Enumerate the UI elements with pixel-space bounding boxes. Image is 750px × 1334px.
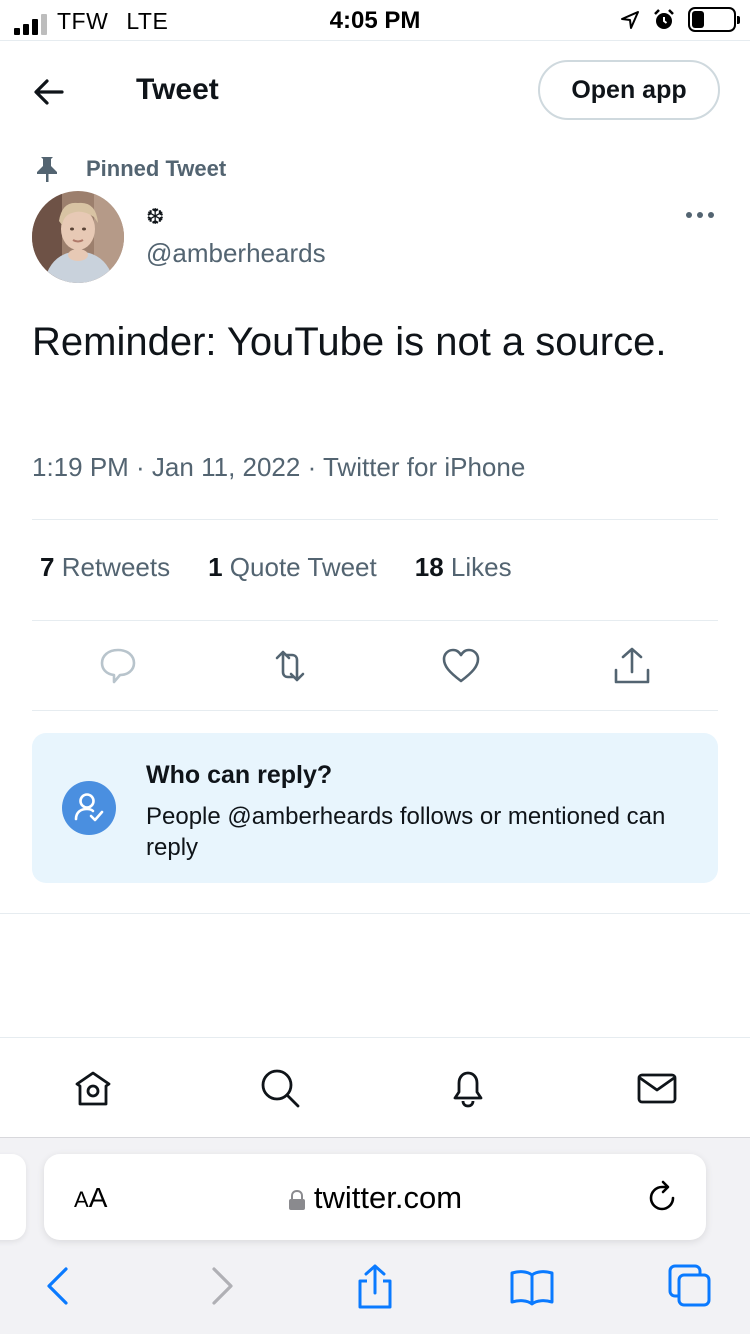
divider [0, 913, 750, 914]
battery-icon [688, 7, 740, 32]
search-icon[interactable] [258, 1066, 302, 1110]
display-name[interactable]: ❆ [146, 204, 164, 230]
open-app-button[interactable]: Open app [538, 60, 720, 120]
top-header: Tweet Open app [0, 40, 750, 140]
back-arrow-icon[interactable] [28, 71, 70, 113]
divider [32, 620, 718, 621]
retweets-stat[interactable]: 7 Retweets [40, 552, 170, 583]
page-title: Tweet [136, 73, 219, 106]
more-options-icon[interactable] [686, 208, 718, 222]
browser-forward-icon[interactable] [198, 1263, 244, 1309]
tweet-actions [32, 622, 718, 710]
pin-icon [37, 157, 57, 182]
divider [32, 710, 718, 711]
share-icon[interactable] [610, 644, 654, 688]
user-handle[interactable]: @amberheards [146, 238, 326, 269]
home-icon[interactable] [71, 1066, 115, 1110]
tweet-timestamp: 1:19 PM · Jan 11, 2022 · Twitter for iPh… [32, 452, 526, 482]
pinned-label: Pinned Tweet [86, 156, 227, 181]
quote-tweet-stat[interactable]: 1 Quote Tweet [208, 552, 377, 583]
avatar[interactable] [32, 191, 124, 283]
tabs-icon[interactable] [667, 1263, 713, 1309]
url-display[interactable]: twitter.com [44, 1180, 706, 1216]
tweet-text: Reminder: YouTube is not a source. [32, 320, 667, 364]
reply-icon[interactable] [96, 644, 140, 688]
browser-chrome: AA twitter.com [0, 1137, 750, 1334]
who-can-reply-description: People @amberheards follows or mentioned… [146, 803, 666, 861]
likes-stat[interactable]: 18 Likes [415, 552, 512, 583]
lock-icon [288, 1190, 305, 1210]
who-can-reply-card: Who can reply? People @amberheards follo… [32, 733, 718, 883]
browser-back-icon[interactable] [36, 1263, 82, 1309]
tweet-stats: 7 Retweets 1 Quote Tweet 18 Likes [40, 552, 550, 583]
address-bar[interactable]: AA twitter.com [44, 1154, 706, 1240]
pinned-indicator: Pinned Tweet [34, 155, 226, 183]
status-bar: TFW LTE 4:05 PM [0, 0, 750, 40]
bookmarks-book-icon[interactable] [509, 1263, 555, 1309]
location-icon [621, 10, 639, 29]
url-text: twitter.com [313, 1180, 463, 1215]
browser-share-icon[interactable] [352, 1263, 398, 1309]
who-can-reply-title: Who can reply? [146, 761, 333, 789]
like-heart-icon[interactable] [439, 644, 483, 688]
previous-tab-preview[interactable] [0, 1154, 26, 1240]
retweet-icon[interactable] [268, 644, 312, 688]
divider [32, 519, 718, 520]
alarm-icon [654, 8, 674, 29]
reply-restriction-icon [62, 781, 116, 835]
reload-icon[interactable] [644, 1180, 680, 1216]
bottom-navigation [0, 1037, 750, 1137]
messages-mail-icon[interactable] [635, 1066, 679, 1110]
notifications-bell-icon[interactable] [446, 1066, 490, 1110]
